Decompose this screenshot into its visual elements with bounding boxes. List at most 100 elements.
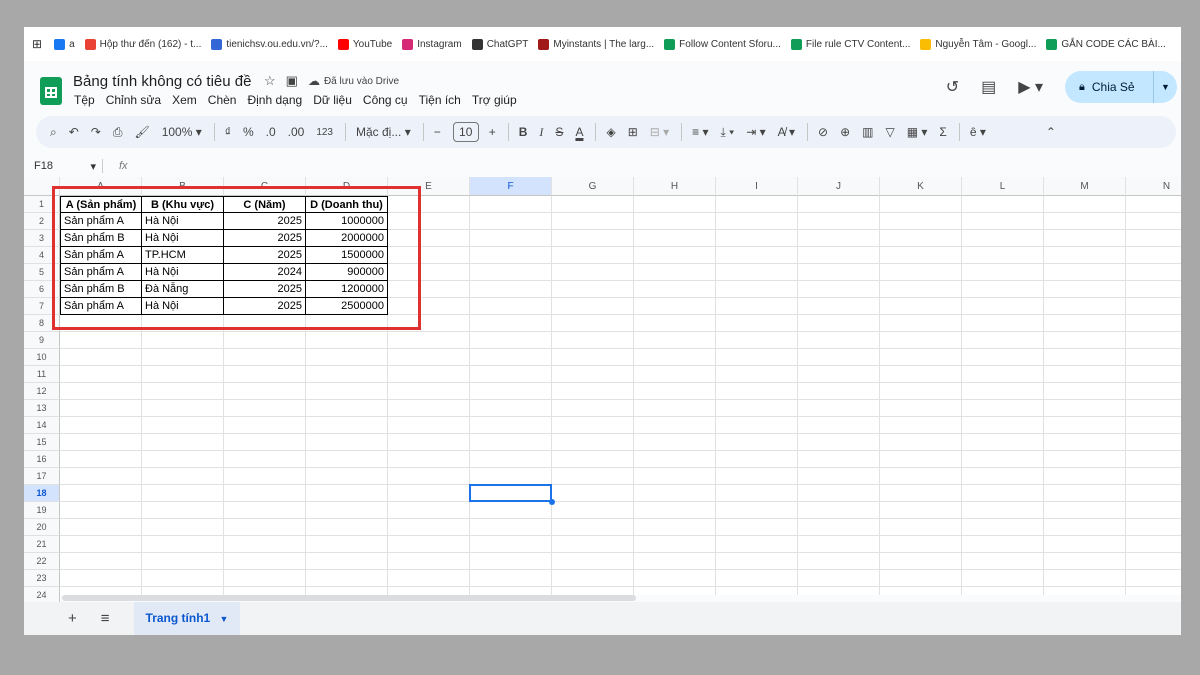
filter-icon[interactable]: ▽: [885, 125, 894, 139]
row-header[interactable]: 18: [24, 485, 60, 502]
column-header[interactable]: N: [1126, 177, 1181, 196]
font-size-decrease[interactable]: −: [434, 125, 441, 139]
decrease-decimal-button[interactable]: .0: [266, 125, 276, 139]
row-header[interactable]: 12: [24, 383, 60, 400]
font-size-input[interactable]: 10: [452, 122, 479, 142]
link-icon[interactable]: ⊘: [818, 125, 828, 139]
row-header[interactable]: 15: [24, 434, 60, 451]
menu-item[interactable]: Xem: [172, 93, 197, 107]
bookmark-item[interactable]: ChatGPT: [471, 38, 528, 50]
row-header[interactable]: 13: [24, 400, 60, 417]
bookmark-item[interactable]: Instagram: [402, 38, 462, 50]
font-select[interactable]: Mặc đị... ▾: [356, 125, 411, 139]
row-header[interactable]: 17: [24, 468, 60, 485]
borders-icon[interactable]: ⊞: [628, 125, 638, 139]
bookmark-item[interactable]: GẮN CODE CÁC BÀI...: [1046, 38, 1166, 50]
history-icon[interactable]: ↺: [946, 77, 959, 97]
bookmark-item[interactable]: Follow Content Sforu...: [664, 38, 781, 50]
row-header[interactable]: 9: [24, 332, 60, 349]
bookmark-item[interactable]: YouTube: [337, 38, 392, 50]
italic-icon[interactable]: I: [539, 125, 543, 140]
meet-icon[interactable]: ▶ ▾: [1018, 77, 1043, 97]
column-header[interactable]: I: [716, 177, 798, 196]
menu-item[interactable]: Chỉnh sửa: [106, 93, 161, 107]
apps-grid-icon[interactable]: ⊞: [32, 37, 42, 51]
horizontal-scrollbar[interactable]: [62, 595, 636, 601]
divider: [213, 123, 215, 141]
paint-format-icon[interactable]: 🖌︎: [134, 125, 149, 139]
fill-color-icon[interactable]: ◈: [606, 125, 615, 139]
column-header[interactable]: M: [1044, 177, 1126, 196]
lock-icon: 🔒︎: [1079, 80, 1085, 93]
vertical-align-icon[interactable]: ⤓ ▾: [721, 125, 735, 140]
doc-title[interactable]: Bảng tính không có tiêu đề: [73, 73, 251, 90]
selected-cell[interactable]: [469, 484, 552, 502]
fill-handle[interactable]: [549, 499, 555, 505]
row-header[interactable]: 23: [24, 570, 60, 587]
collapse-toolbar-icon[interactable]: ⌃: [1046, 125, 1056, 139]
zoom-select[interactable]: 100% ▾: [162, 125, 202, 139]
comment-icon[interactable]: ⊕: [840, 125, 850, 139]
bookmark-item[interactable]: tienichsv.ou.edu.vn/?...: [211, 38, 328, 50]
percent-button[interactable]: %: [243, 125, 254, 139]
font-size-increase[interactable]: +: [489, 125, 496, 139]
name-box[interactable]: F18 ▾: [24, 160, 102, 173]
bookmark-label: Follow Content Sforu...: [679, 38, 781, 50]
row-header[interactable]: 10: [24, 349, 60, 366]
column-header[interactable]: K: [880, 177, 962, 196]
star-icon[interactable]: ☆: [264, 73, 276, 89]
menu-item[interactable]: Trợ giúp: [472, 93, 517, 107]
move-folder-icon[interactable]: ▣: [286, 73, 298, 89]
column-header[interactable]: L: [962, 177, 1044, 196]
menu-item[interactable]: Tiện ích: [419, 93, 461, 107]
menu-item[interactable]: Định dạng: [247, 93, 302, 107]
row-header[interactable]: 11: [24, 366, 60, 383]
input-tools-icon[interactable]: ê ▾: [970, 125, 986, 139]
strikethrough-icon[interactable]: S: [555, 125, 563, 139]
number-format-button[interactable]: 123: [316, 127, 333, 138]
chart-icon[interactable]: ▥: [862, 125, 873, 139]
column-header[interactable]: H: [634, 177, 716, 196]
text-rotation-icon[interactable]: A̸ ▾: [778, 125, 795, 139]
all-sheets-icon[interactable]: ≡: [101, 610, 110, 627]
add-sheet-icon[interactable]: +: [68, 610, 77, 627]
column-header[interactable]: J: [798, 177, 880, 196]
comments-icon[interactable]: ▤: [981, 77, 996, 97]
currency-button[interactable]: ₫: [225, 125, 231, 139]
text-wrap-icon[interactable]: ⇥ ▾: [746, 125, 765, 139]
bookmark-item[interactable]: Nguyễn Tâm - Googl...: [920, 38, 1036, 50]
undo-icon[interactable]: ↶: [69, 125, 79, 139]
print-icon[interactable]: ⎙: [113, 125, 123, 140]
row-header[interactable]: 14: [24, 417, 60, 434]
menu-item[interactable]: Tệp: [74, 93, 95, 107]
redo-icon[interactable]: ↷: [91, 125, 101, 139]
divider: [958, 123, 960, 141]
menu-item[interactable]: Chèn: [208, 93, 237, 107]
bold-icon[interactable]: B: [519, 125, 528, 139]
horizontal-align-icon[interactable]: ≡ ▾: [692, 125, 708, 139]
share-dropdown-icon[interactable]: ▼: [1153, 71, 1177, 103]
sheet-tab[interactable]: Trang tính1 ▼: [133, 602, 241, 635]
column-header[interactable]: G: [552, 177, 634, 196]
row-header[interactable]: 21: [24, 536, 60, 553]
bookmark-item[interactable]: a: [54, 38, 75, 50]
text-color-icon[interactable]: A: [575, 125, 583, 139]
spreadsheet-grid[interactable]: ABCDEFGHIJKLMN 1 2 3 4 5 6 7 8 9 10 11 12 13 14 15 16 17…: [24, 177, 1181, 604]
functions-icon[interactable]: Σ: [939, 125, 946, 139]
row-header[interactable]: 19: [24, 502, 60, 519]
column-header[interactable]: F: [470, 177, 552, 196]
menu-item[interactable]: Công cụ: [363, 93, 408, 107]
bookmark-item[interactable]: Hộp thư đến (162) - t...: [84, 38, 201, 50]
increase-decimal-button[interactable]: .00: [288, 125, 305, 139]
menu-item[interactable]: Dữ liệu: [313, 93, 352, 107]
row-header[interactable]: 20: [24, 519, 60, 536]
merge-cells-icon[interactable]: ⊟ ▾: [650, 125, 669, 139]
share-button[interactable]: 🔒︎ Chia Sẻ ▼: [1065, 71, 1177, 103]
row-header[interactable]: 22: [24, 553, 60, 570]
row-header[interactable]: 16: [24, 451, 60, 468]
filter-views-icon[interactable]: ▦ ▾: [907, 125, 928, 139]
sheets-logo[interactable]: [40, 77, 62, 105]
bookmark-item[interactable]: File rule CTV Content...: [790, 38, 910, 50]
search-icon[interactable]: ⌕: [50, 125, 57, 140]
bookmark-item[interactable]: Myinstants | The larg...: [538, 38, 654, 50]
